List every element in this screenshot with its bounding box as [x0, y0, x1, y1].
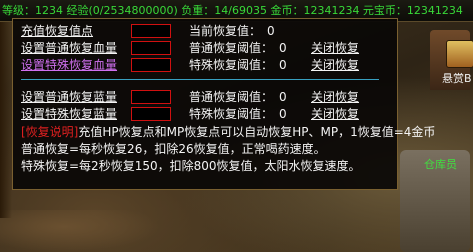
recovery-note-line-3: 特殊恢复=每2秒恢复150，扣除800恢复值，太阳水恢复速度。 — [21, 159, 361, 173]
set-special-hp-link[interactable]: 设置特殊恢复血量 — [21, 57, 117, 73]
normal-mp-threshold-label: 普通恢复阈值： — [189, 90, 274, 104]
special-hp-threshold-label: 特殊恢复阈值： — [189, 58, 274, 72]
normal-mp-input[interactable] — [131, 90, 171, 104]
recharge-recovery-link[interactable]: 充值恢复值点 — [21, 23, 93, 39]
close-special-hp-link[interactable]: 关闭恢复 — [311, 57, 359, 73]
close-special-mp-link[interactable]: 关闭恢复 — [311, 106, 359, 122]
player-status-text: 等级：1234 经验(0/2534800000) 负重：14/69035 金币：… — [2, 4, 463, 17]
normal-hp-input[interactable] — [131, 41, 171, 55]
npc-label-warehouse[interactable]: 仓库员 — [424, 156, 457, 172]
current-recovery-value: 0 — [267, 24, 275, 38]
special-mp-input[interactable] — [131, 107, 171, 121]
npc-portrait-icon[interactable] — [446, 40, 473, 68]
special-hp-threshold-value: 0 — [279, 58, 287, 72]
set-normal-hp-link[interactable]: 设置普通恢复血量 — [21, 40, 117, 56]
set-normal-mp-link[interactable]: 设置普通恢复蓝量 — [21, 89, 117, 105]
close-normal-hp-link[interactable]: 关闭恢复 — [311, 40, 359, 56]
recharge-amount-input[interactable] — [131, 24, 171, 38]
current-recovery-label: 当前恢复值： — [189, 24, 262, 38]
normal-hp-threshold-label: 普通恢复阈值： — [189, 41, 274, 55]
recovery-note-text-1: 充值HP恢复点和MP恢复点可以自动恢复HP、MP，1恢复值=4金币 — [78, 125, 436, 139]
normal-hp-threshold-value: 0 — [279, 41, 287, 55]
left-edge-decoration — [0, 18, 12, 218]
recovery-settings-dialog: 充值恢复值点 当前恢复值： 0 设置普通恢复血量 普通恢复阈值： 0 关闭恢复 … — [12, 18, 435, 190]
ground-terrain — [0, 210, 160, 252]
special-hp-input[interactable] — [131, 58, 171, 72]
npc-label-bounty[interactable]: 悬赏B — [442, 70, 472, 86]
recovery-note-line-2: 普通恢复=每秒恢复26，扣除26恢复值，正常喝药速度。 — [21, 142, 326, 156]
set-special-mp-link[interactable]: 设置特殊恢复蓝量 — [21, 106, 117, 122]
normal-mp-threshold-value: 0 — [279, 90, 287, 104]
close-normal-mp-link[interactable]: 关闭恢复 — [311, 89, 359, 105]
recovery-note-tag: [恢复说明] — [21, 125, 79, 139]
section-divider — [21, 79, 379, 80]
special-mp-threshold-label: 特殊恢复阈值： — [189, 107, 274, 121]
recovery-note-line-1: [恢复说明]充值HP恢复点和MP恢复点可以自动恢复HP、MP，1恢复值=4金币 — [21, 124, 435, 141]
special-mp-threshold-value: 0 — [279, 107, 287, 121]
